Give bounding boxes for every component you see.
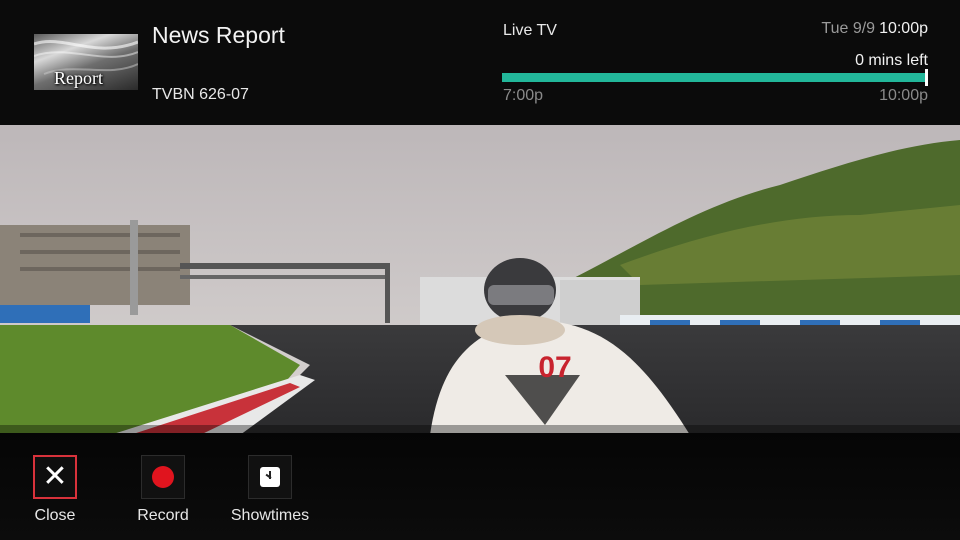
close-action[interactable]: ✕ Close [10,455,100,525]
progress-fill [502,73,926,82]
channel-label: TVBN 626-07 [152,86,249,103]
showtimes-action[interactable]: Showtimes [225,455,315,525]
time-remaining: 0 mins left [855,52,928,69]
showtimes-label: Showtimes [230,507,310,524]
date-time: Tue 9/9 10:00p [821,20,928,38]
close-label: Close [34,507,76,524]
end-time: 10:00p [879,87,928,104]
close-icon: ✕ [42,460,68,493]
record-button[interactable] [141,455,185,499]
video-frame: 07 [0,125,960,435]
start-time: 7:00p [503,87,544,104]
source-label: Live TV [503,22,557,39]
program-info-header: Report News Report TVBN 626-07 Live TV T… [0,0,960,125]
kart-number: 07 [538,351,571,384]
program-thumbnail: Report [34,34,138,90]
video-player[interactable]: 07 [0,125,960,435]
program-progress-bar [502,73,926,82]
current-time: 10:00p [879,20,928,37]
record-icon [152,466,174,488]
program-title: News Report [152,22,285,48]
clock-icon [260,467,280,487]
progress-marker [925,69,928,86]
showtimes-button[interactable] [248,455,292,499]
record-action[interactable]: Record [118,455,208,525]
thumbnail-caption: Report [54,68,103,88]
record-label: Record [137,507,189,524]
current-date: Tue 9/9 [821,20,876,37]
action-bar: ✕ Close Record Showtimes [0,433,960,540]
close-button[interactable]: ✕ [33,455,77,499]
